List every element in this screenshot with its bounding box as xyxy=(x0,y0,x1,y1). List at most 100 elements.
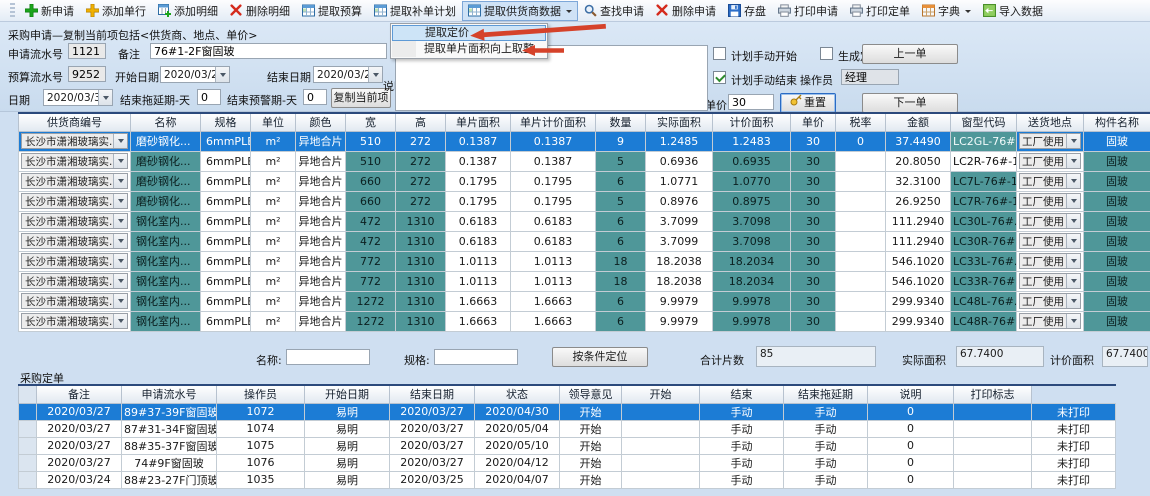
table-row[interactable]: 长沙市潇湘玻璃实...磨砂钢化...6mmPLE...m²异地合片6602720… xyxy=(19,171,1150,191)
column-header[interactable]: 送货地点 xyxy=(1017,113,1084,131)
toolbar-button-delete-request[interactable]: 删除申请 xyxy=(650,1,722,21)
supplier-combo-cell[interactable]: 长沙市潇湘玻璃实... xyxy=(19,291,131,311)
chevron-down-icon[interactable] xyxy=(113,134,127,148)
toolbar-button-dictionary[interactable]: 字典 xyxy=(916,1,977,21)
table-row[interactable]: 2020/03/2774#9F窗固玻1076易明2020/03/272020/0… xyxy=(19,454,1116,471)
column-header[interactable]: 领导意见 xyxy=(560,385,622,403)
table-row[interactable]: 2020/03/2788#35-37F窗固玻1075易明2020/03/2720… xyxy=(19,437,1116,454)
budget-no-field[interactable] xyxy=(68,66,106,82)
column-header[interactable]: 规格 xyxy=(201,113,251,131)
filter-spec-field[interactable] xyxy=(434,349,518,365)
column-header[interactable]: 计价面积 xyxy=(713,113,791,131)
delivery-combo-cell[interactable]: 工厂使用 xyxy=(1017,271,1084,291)
delivery-combo-cell[interactable]: 工厂使用 xyxy=(1017,171,1084,191)
chevron-down-icon[interactable] xyxy=(113,234,127,248)
prev-order-button[interactable]: 上一单 xyxy=(862,44,958,64)
supplier-combo-cell[interactable]: 长沙市潇湘玻璃实... xyxy=(19,171,131,191)
delivery-combo-cell[interactable]: 工厂使用 xyxy=(1017,311,1084,331)
chevron-down-icon[interactable] xyxy=(965,10,971,16)
chevron-down-icon[interactable] xyxy=(1066,154,1080,168)
chevron-down-icon[interactable] xyxy=(1066,314,1080,328)
chevron-down-icon[interactable] xyxy=(113,214,127,228)
column-header[interactable]: 颜色 xyxy=(296,113,346,131)
operator-field[interactable] xyxy=(841,69,899,85)
column-header[interactable]: 备注 xyxy=(37,385,122,403)
table-row[interactable]: 长沙市潇湘玻璃实...钢化室内...6mmPLE...m²异地合片7721310… xyxy=(19,251,1150,271)
row-selector-gutter[interactable] xyxy=(19,403,37,420)
column-header[interactable]: 构件名称 xyxy=(1084,113,1150,131)
column-header[interactable]: 实际面积 xyxy=(646,113,713,131)
chevron-down-icon[interactable] xyxy=(113,254,127,268)
column-header[interactable]: 供货商编号 xyxy=(19,113,131,131)
toolbar-button-add-detail[interactable]: 添加明细 xyxy=(152,1,224,21)
table-row[interactable]: 长沙市潇湘玻璃实...钢化室内...6mmPLE...m²异地合片1272131… xyxy=(19,291,1150,311)
delivery-combo-cell[interactable]: 工厂使用 xyxy=(1017,231,1084,251)
supplier-combo-cell[interactable]: 长沙市潇湘玻璃实... xyxy=(19,231,131,251)
chevron-down-icon[interactable] xyxy=(1066,254,1080,268)
toolbar-button-new-request[interactable]: 新申请 xyxy=(19,1,80,21)
column-header[interactable]: 高 xyxy=(396,113,446,131)
toolbar-button-add-row[interactable]: 添加单行 xyxy=(80,1,152,21)
toolbar-button-print-request[interactable]: 打印申请 xyxy=(772,1,844,21)
supplier-combo-cell[interactable]: 长沙市潇湘玻璃实... xyxy=(19,311,131,331)
date-picker[interactable]: 2020/03/31 xyxy=(43,89,113,106)
column-header[interactable]: 开始日期 xyxy=(305,385,390,403)
supplier-combo-cell[interactable]: 长沙市潇湘玻璃实... xyxy=(19,131,131,151)
table-row[interactable]: 长沙市潇湘玻璃实...磨砂钢化...6mmPLE...m²异地合片6602720… xyxy=(19,191,1150,211)
chevron-down-icon[interactable] xyxy=(1066,234,1080,248)
supplier-combo-cell[interactable]: 长沙市潇湘玻璃实... xyxy=(19,211,131,231)
plan-manual-start-checkbox[interactable] xyxy=(713,47,726,60)
copy-current-button[interactable]: 复制当前项 xyxy=(331,88,391,108)
column-header[interactable]: 宽 xyxy=(346,113,396,131)
chevron-down-icon[interactable] xyxy=(113,294,127,308)
column-header[interactable]: 开始 xyxy=(622,385,700,403)
row-selector-gutter[interactable] xyxy=(19,454,37,471)
table-row[interactable]: 2020/03/2789#37-39F窗固玻1072易明2020/03/2720… xyxy=(19,403,1116,420)
next-order-button[interactable]: 下一单 xyxy=(862,93,958,113)
chevron-down-icon[interactable] xyxy=(1066,274,1080,288)
column-header[interactable]: 窗型代码 xyxy=(951,113,1017,131)
row-selector-gutter[interactable] xyxy=(19,420,37,437)
apply-no-field[interactable] xyxy=(68,43,106,59)
supplier-combo-cell[interactable]: 长沙市潇湘玻璃实... xyxy=(19,151,131,171)
chevron-down-icon[interactable] xyxy=(113,274,127,288)
toolbar-button-extract-budget[interactable]: 提取预算 xyxy=(296,1,368,21)
chevron-down-icon[interactable] xyxy=(113,194,127,208)
column-header[interactable]: 数量 xyxy=(596,113,646,131)
delivery-combo-cell[interactable]: 工厂使用 xyxy=(1017,191,1084,211)
chevron-down-icon[interactable] xyxy=(566,10,572,16)
column-header[interactable]: 状态 xyxy=(475,385,560,403)
column-header[interactable]: 说明 xyxy=(868,385,954,403)
locate-by-condition-button[interactable]: 按条件定位 xyxy=(552,347,648,367)
chevron-down-icon[interactable] xyxy=(368,67,382,82)
plan-manual-end-checkbox[interactable] xyxy=(713,71,726,84)
toolbar-button-delete-detail[interactable]: 删除明细 xyxy=(224,1,296,21)
toolbar-button-extract-supplement-plan[interactable]: 提取补单计划 xyxy=(368,1,462,21)
table-row[interactable]: 2020/03/2787#31-34F窗固玻1074易明2020/03/2720… xyxy=(19,420,1116,437)
column-header[interactable]: 名称 xyxy=(131,113,201,131)
column-header[interactable]: 金额 xyxy=(886,113,951,131)
row-selector-gutter[interactable] xyxy=(19,437,37,454)
supplier-combo-cell[interactable]: 长沙市潇湘玻璃实... xyxy=(19,191,131,211)
column-header[interactable]: 申请流水号 xyxy=(122,385,217,403)
column-header[interactable]: 单片计价面积 xyxy=(511,113,596,131)
chevron-down-icon[interactable] xyxy=(215,67,229,82)
column-header[interactable]: 操作员 xyxy=(217,385,305,403)
table-row[interactable]: 长沙市潇湘玻璃实...钢化室内...6mmPLE...m²异地合片4721310… xyxy=(19,231,1150,251)
unit-price-field[interactable] xyxy=(728,94,774,110)
column-header[interactable]: 单片面积 xyxy=(446,113,511,131)
table-row[interactable]: 长沙市潇湘玻璃实...钢化室内...6mmPLE...m²异地合片4721310… xyxy=(19,211,1150,231)
delay-days-field[interactable] xyxy=(197,89,221,105)
chevron-down-icon[interactable] xyxy=(113,154,127,168)
chevron-down-icon[interactable] xyxy=(1066,194,1080,208)
column-header[interactable]: 结束拖延期 xyxy=(784,385,868,403)
toolbar-button-extract-supplier-data[interactable]: 提取供货商数据 xyxy=(462,1,578,21)
table-row[interactable]: 长沙市潇湘玻璃实...钢化室内...6mmPLE...m²异地合片1272131… xyxy=(19,311,1150,331)
delivery-combo-cell[interactable]: 工厂使用 xyxy=(1017,251,1084,271)
chevron-down-icon[interactable] xyxy=(1066,294,1080,308)
chevron-down-icon[interactable] xyxy=(98,90,112,105)
toolbar-button-print-order[interactable]: 打印定单 xyxy=(844,1,916,21)
chevron-down-icon[interactable] xyxy=(113,174,127,188)
table-row[interactable]: 长沙市潇湘玻璃实...磨砂钢化...6mmPLE...m²异地合片5102720… xyxy=(19,131,1150,151)
toolbar-grip-handle[interactable] xyxy=(10,3,15,19)
